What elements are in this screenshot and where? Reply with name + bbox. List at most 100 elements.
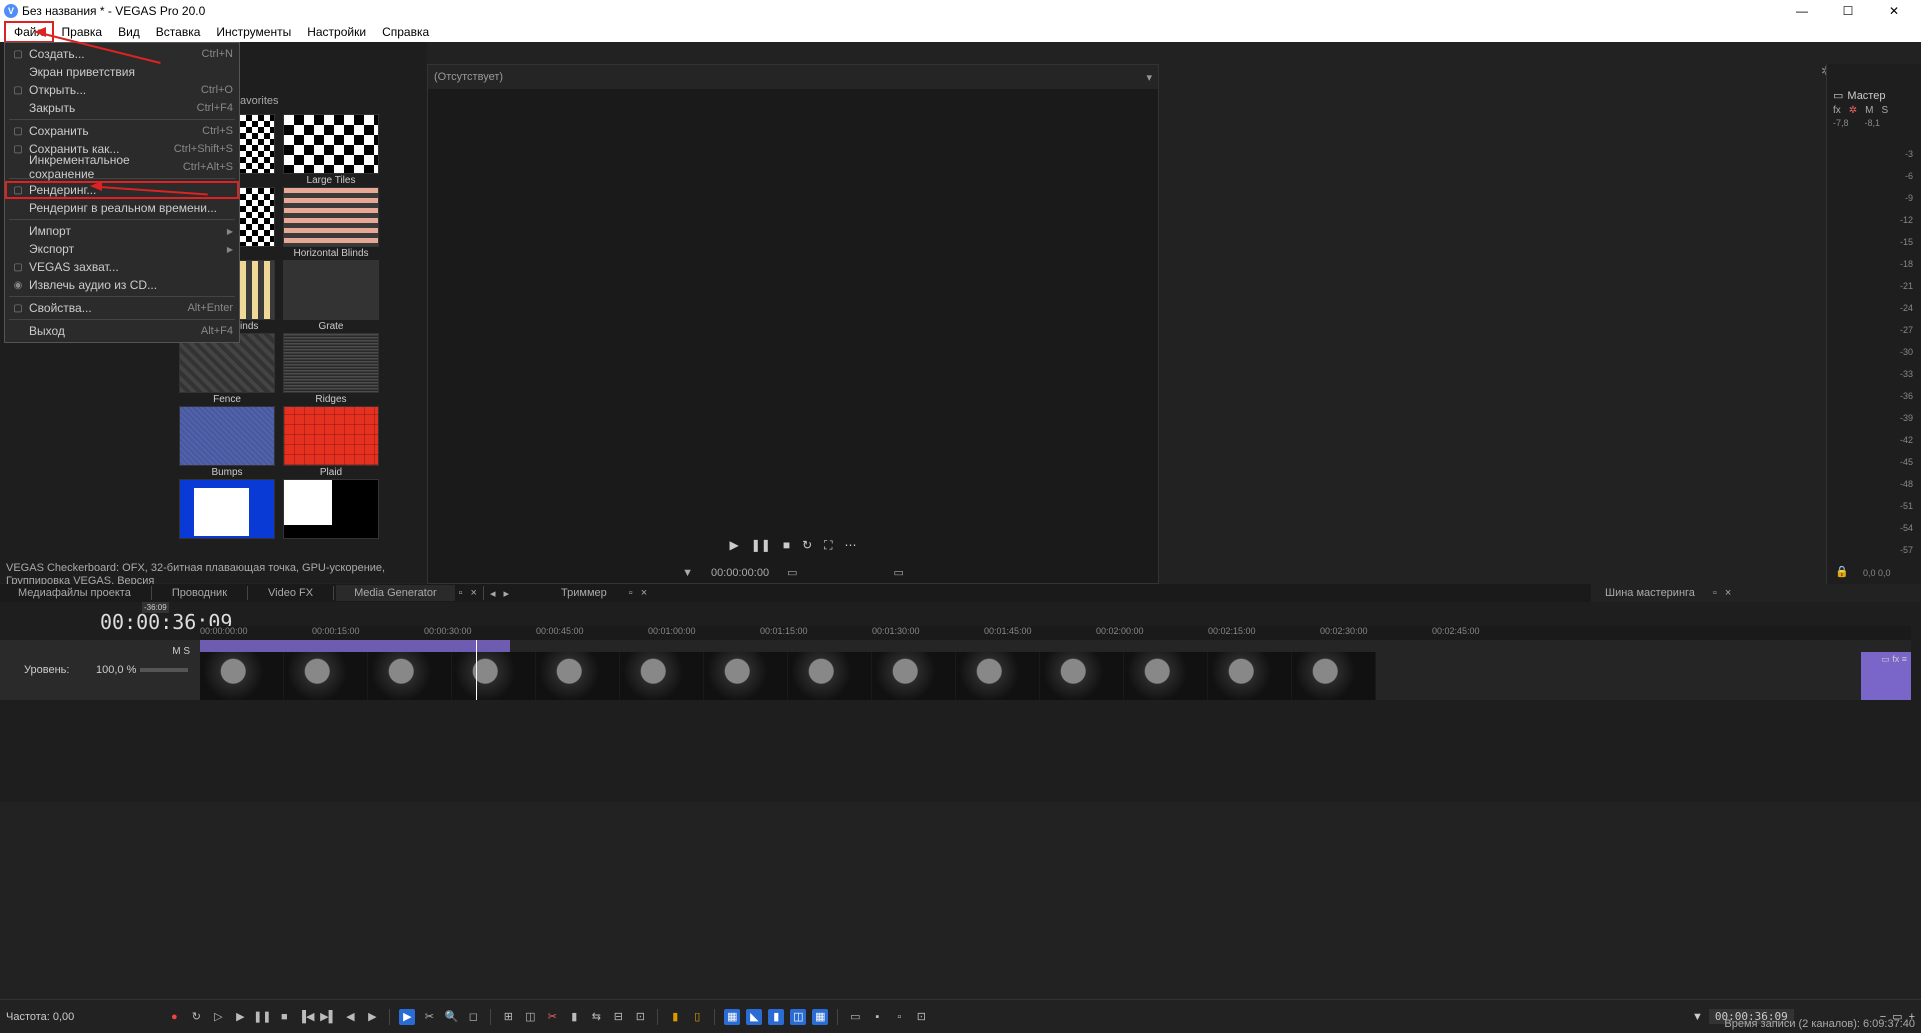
mode-e[interactable]: ▦ (812, 1009, 828, 1025)
auto-tool[interactable]: ⊡ (632, 1009, 648, 1025)
generator-thumb[interactable]: Horizontal Blinds (281, 187, 381, 259)
mute-button[interactable]: M (1865, 105, 1873, 116)
tab-explorer[interactable]: Проводник (154, 585, 245, 601)
fullscreen-icon[interactable]: ⛶ (824, 538, 832, 553)
track-body[interactable]: ▭ fx ≡ (200, 640, 1911, 700)
mode-a[interactable]: ▦ (724, 1009, 740, 1025)
playhead[interactable] (476, 640, 477, 700)
generator-thumb[interactable]: Grate (281, 260, 381, 332)
snap-tool[interactable]: ◫ (522, 1009, 538, 1025)
menu-item[interactable]: ▢VEGAS захват... (5, 258, 239, 276)
mode-b[interactable]: ◣ (746, 1009, 762, 1025)
menu-item[interactable]: ▢СохранитьCtrl+S (5, 122, 239, 140)
select-tool[interactable]: ◻ (465, 1009, 481, 1025)
tab-masterbus[interactable]: Шина мастеринга (1591, 585, 1709, 601)
menu-item[interactable]: ▢Рендеринг... (5, 181, 239, 199)
tab-videofx[interactable]: Video FX (250, 585, 331, 601)
menu-item[interactable]: ▢Свойства...Alt+Enter (5, 299, 239, 317)
loop-button[interactable]: ↻ (188, 1009, 204, 1025)
frame-icon[interactable]: ▭ (894, 566, 904, 579)
tab-pin-icon[interactable]: ▫ (455, 587, 467, 599)
misc-a[interactable]: ▭ (847, 1009, 863, 1025)
menu-item[interactable]: Экран приветствия (5, 63, 239, 81)
lock-tool[interactable]: ⊟ (610, 1009, 626, 1025)
pause-button[interactable]: ❚❚ (254, 1009, 270, 1025)
play-button[interactable]: ▶ (232, 1009, 248, 1025)
solo-button[interactable]: S (1882, 105, 1889, 116)
maximize-button[interactable]: ☐ (1825, 0, 1871, 22)
menu-item[interactable]: Импорт▶ (5, 222, 239, 240)
gear-icon[interactable]: ✲ (1849, 105, 1857, 116)
group-tool[interactable]: ▮ (667, 1009, 683, 1025)
menu-item[interactable]: ◉Извлечь аудио из CD... (5, 276, 239, 294)
tab-pin-icon[interactable]: ▫ (1709, 587, 1721, 599)
menu-help[interactable]: Справка (374, 23, 437, 41)
track-slider[interactable] (140, 668, 188, 672)
cursor-tool[interactable]: ▶ (399, 1009, 415, 1025)
menu-insert[interactable]: Вставка (148, 23, 209, 41)
menu-item[interactable]: Экспорт▶ (5, 240, 239, 258)
misc-b[interactable]: ▪ (869, 1009, 885, 1025)
marker-tool[interactable]: ▮ (566, 1009, 582, 1025)
menu-item[interactable]: Рендеринг в реальном времени... (5, 199, 239, 217)
ungroup-tool[interactable]: ▯ (689, 1009, 705, 1025)
generator-thumb[interactable]: Large Tiles (281, 114, 381, 186)
marker-flag-icon[interactable]: ▼ (1692, 1011, 1703, 1023)
frame-icon[interactable]: ▭ (787, 566, 797, 579)
generator-thumb[interactable]: Plaid (281, 406, 381, 478)
menu-file[interactable]: Файл (4, 21, 54, 43)
tab-close-icon[interactable]: × (1721, 587, 1735, 599)
play-icon[interactable]: ▶ (729, 538, 738, 552)
tab-pin-icon[interactable]: ▫ (625, 587, 637, 599)
clip-header[interactable] (200, 640, 510, 652)
menu-item[interactable]: ВыходAlt+F4 (5, 322, 239, 340)
generator-thumb[interactable]: Fence (177, 333, 277, 405)
snap-toggle[interactable]: ⊞ (500, 1009, 516, 1025)
timeline-ruler[interactable]: 00:00:00:0000:00:15:0000:00:30:0000:00:4… (200, 626, 1911, 640)
stop-icon[interactable]: ■ (783, 538, 790, 552)
ripple-tool[interactable]: ⇆ (588, 1009, 604, 1025)
mode-c[interactable]: ▮ (768, 1009, 784, 1025)
lock-icon[interactable]: 🔒 (1835, 565, 1849, 578)
generator-thumb[interactable]: Ridges (281, 333, 381, 405)
generator-thumb[interactable] (281, 479, 381, 539)
tab-trimmer[interactable]: Триммер (543, 585, 625, 601)
menu-view[interactable]: Вид (110, 23, 148, 41)
track-header[interactable]: M S Уровень: 100,0 % (0, 640, 200, 700)
menu-item[interactable]: ЗакрытьCtrl+F4 (5, 99, 239, 117)
menu-item[interactable]: Инкрементальное сохранениеCtrl+Alt+S (5, 158, 239, 176)
marker-icon[interactable]: ▼ (682, 567, 693, 579)
clip-tail[interactable]: ▭ fx ≡ (1861, 652, 1911, 700)
play-start-button[interactable]: ▷ (210, 1009, 226, 1025)
more-icon[interactable]: ⋯ (845, 538, 857, 552)
misc-d[interactable]: ⊡ (913, 1009, 929, 1025)
tab-arrow-left-icon[interactable]: ◂ (486, 587, 500, 600)
fx-icon[interactable]: fx (1833, 105, 1841, 116)
next-frame-button[interactable]: ▶ (364, 1009, 380, 1025)
prev-frame-button[interactable]: ◀ (342, 1009, 358, 1025)
tab-arrow-right-icon[interactable]: ▸ (500, 587, 514, 600)
tab-mediagen[interactable]: Media Generator (336, 585, 455, 601)
go-end-button[interactable]: ▶▌ (320, 1009, 336, 1025)
split-tool[interactable]: ✂ (544, 1009, 560, 1025)
misc-c[interactable]: ▫ (891, 1009, 907, 1025)
track-ms[interactable]: M S (172, 646, 190, 657)
close-button[interactable]: ✕ (1871, 0, 1917, 22)
minimize-button[interactable]: — (1779, 0, 1825, 22)
record-button[interactable]: ● (166, 1009, 182, 1025)
pause-icon[interactable]: ❚❚ (751, 538, 771, 552)
menu-tools[interactable]: Инструменты (208, 23, 299, 41)
preview-dropdown-icon[interactable]: ▾ (1146, 71, 1152, 84)
go-start-button[interactable]: ▐◀ (298, 1009, 314, 1025)
clip-fx-icon[interactable]: ▭ fx ≡ (1881, 654, 1907, 665)
generator-thumb[interactable] (177, 479, 277, 539)
loop-icon[interactable]: ↻ (802, 538, 812, 552)
tab-close-icon[interactable]: × (637, 587, 651, 599)
generator-thumb[interactable]: Bumps (177, 406, 277, 478)
crop-tool[interactable]: ✂ (421, 1009, 437, 1025)
menu-settings[interactable]: Настройки (299, 23, 374, 41)
stop-button[interactable]: ■ (276, 1009, 292, 1025)
tab-close-icon[interactable]: × (467, 587, 481, 599)
mode-d[interactable]: ◫ (790, 1009, 806, 1025)
tab-media[interactable]: Медиафайлы проекта (0, 585, 149, 601)
